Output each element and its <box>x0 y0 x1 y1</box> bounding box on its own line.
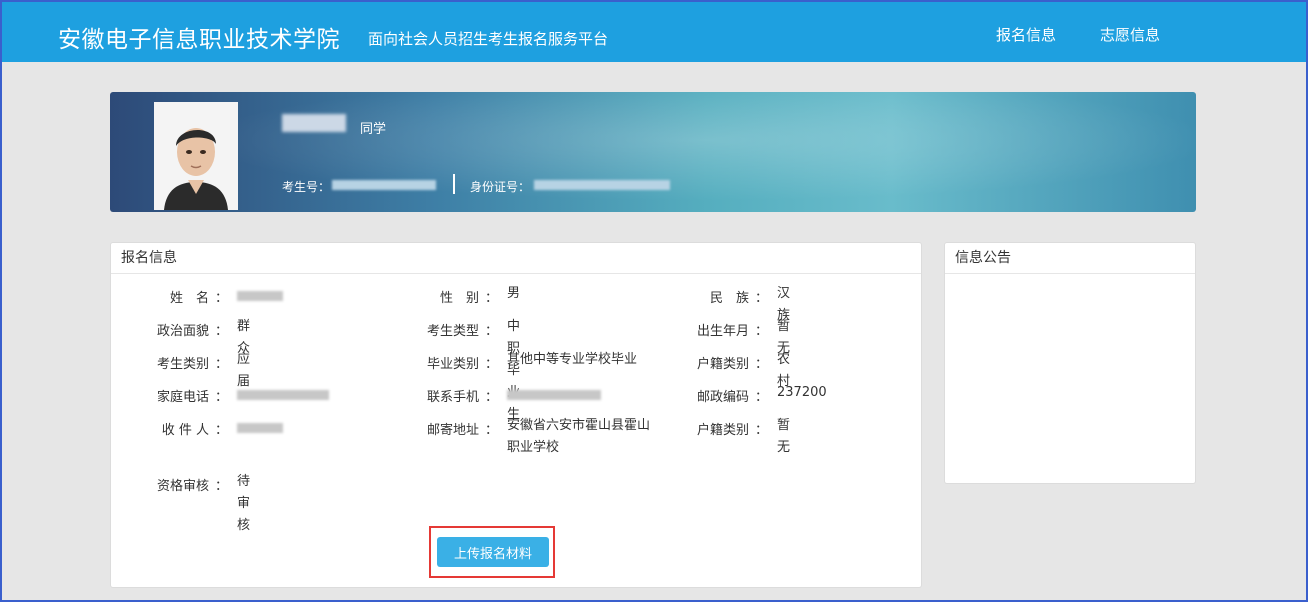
field-recipient-value-blurred <box>237 423 283 433</box>
meta-separator <box>453 174 455 194</box>
field-address-label: 邮寄地址 <box>426 423 479 438</box>
announcement-panel: 信息公告 <box>944 242 1196 484</box>
field-review-value: 待审核 <box>237 474 251 533</box>
site-subtitle: 面向社会人员招生考生报名服务平台 <box>368 30 609 48</box>
colon: ： <box>215 423 229 438</box>
field-household-label: 户籍类别 <box>696 357 749 372</box>
field-household-2-value: 暂无 <box>777 418 791 455</box>
field-candidate-type-label: 考生类型 <box>426 324 479 339</box>
field-political-label: 政治面貌 <box>156 324 209 339</box>
field-name-label: 姓 名 <box>169 291 209 306</box>
colon: ： <box>215 479 229 494</box>
student-name-blurred <box>282 114 346 132</box>
upload-materials-button[interactable]: 上传报名材料 <box>437 537 549 567</box>
banner-glow <box>110 92 1196 212</box>
colon: ： <box>755 357 769 372</box>
field-home-phone-value-blurred <box>237 390 329 400</box>
field-candidate-category-label: 考生类别 <box>156 357 209 372</box>
field-household-2-label: 户籍类别 <box>696 423 749 438</box>
colon: ： <box>485 423 499 438</box>
field-postcode-value: 237200 <box>777 385 827 400</box>
colon: ： <box>755 324 769 339</box>
field-home-phone-label: 家庭电话 <box>156 390 209 405</box>
student-photo-image <box>154 102 238 210</box>
field-grad-category-value: 其他中等专业学校毕业 <box>507 352 638 367</box>
profile-banner: 同学 考生号： 身份证号： <box>110 92 1196 212</box>
field-mobile-value-blurred <box>507 390 601 400</box>
top-bar: 安徽电子信息职业技术学院 面向社会人员招生考生报名服务平台 报名信息 志愿信息 <box>2 2 1306 62</box>
colon: ： <box>755 423 769 438</box>
field-gender-value: 男 <box>507 286 521 301</box>
colon: ： <box>755 291 769 306</box>
field-mobile-label: 联系手机 <box>426 390 479 405</box>
student-photo <box>154 102 238 210</box>
colon: ： <box>215 324 229 339</box>
field-address-value: 安徽省六安市霍山县霍山职业学校 <box>507 418 651 455</box>
colon: ： <box>485 357 499 372</box>
colon: ： <box>485 291 499 306</box>
colon: ： <box>215 291 229 306</box>
id-number-blurred <box>534 180 670 190</box>
field-grad-category-label: 毕业类别 <box>426 357 479 372</box>
nav-volunteer-info[interactable]: 志愿信息 <box>1100 24 1160 45</box>
field-birth-label: 出生年月 <box>696 324 749 339</box>
field-candidate-type-value: 中职毕业生 <box>507 319 521 422</box>
site-title: 安徽电子信息职业技术学院 <box>58 27 340 53</box>
colon: ： <box>485 324 499 339</box>
colon: ： <box>755 390 769 405</box>
colon: ： <box>215 357 229 372</box>
colon: ： <box>215 390 229 405</box>
field-review-label: 资格审核 <box>156 479 209 494</box>
id-number-label: 身份证号： <box>470 180 531 194</box>
field-name-value-blurred <box>237 291 283 301</box>
field-recipient-label: 收 件 人 <box>161 423 209 438</box>
exam-number-blurred <box>332 180 436 190</box>
registration-panel: 报名信息 姓 名 ： 性 别 ： 男 民 族 ： 汉族 政治面貌 ： 群众 考生… <box>110 242 922 588</box>
announcement-panel-title: 信息公告 <box>945 243 1195 274</box>
exam-number-label: 考生号： <box>282 180 331 194</box>
nav-registration-info[interactable]: 报名信息 <box>996 24 1056 45</box>
field-postcode-label: 邮政编码 <box>696 390 749 405</box>
field-gender-label: 性 别 <box>439 291 479 306</box>
colon: ： <box>485 390 499 405</box>
field-candidate-category-value: 应届 <box>237 352 251 389</box>
field-ethnicity-label: 民 族 <box>709 291 749 306</box>
student-name-suffix: 同学 <box>360 122 387 137</box>
registration-panel-title: 报名信息 <box>111 243 921 274</box>
